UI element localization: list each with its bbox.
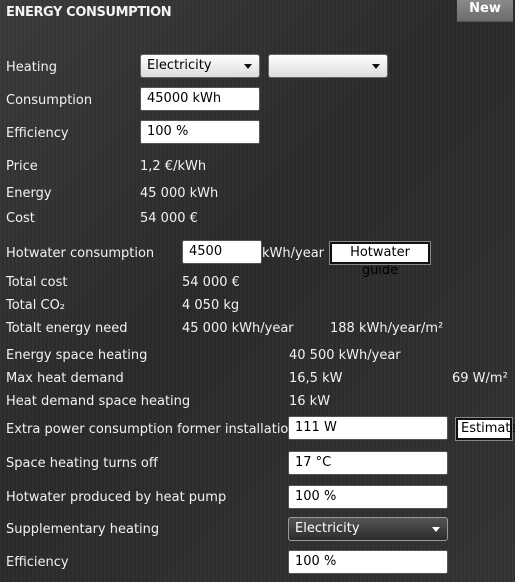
consumption-label: Consumption bbox=[6, 93, 93, 108]
max-heat-demand-per-m2: 69 W/m² bbox=[452, 371, 508, 386]
cost-label: Cost bbox=[6, 211, 35, 226]
heating-select[interactable]: Electricity bbox=[140, 54, 260, 78]
heating-select-value: Electricity bbox=[147, 58, 212, 73]
heating-subtype-select[interactable] bbox=[268, 54, 388, 78]
efficiency-label: Efficiency bbox=[6, 126, 69, 141]
extra-power-label: Extra power consumption former installat… bbox=[6, 422, 297, 437]
turns-off-label: Space heating turns off bbox=[6, 456, 158, 471]
estimate-button[interactable]: Estimate bbox=[455, 417, 515, 441]
supplementary-select[interactable]: Electricity bbox=[288, 517, 448, 541]
chevron-down-icon bbox=[244, 64, 252, 69]
heat-pump-input[interactable]: 100 % bbox=[288, 485, 448, 509]
hotwater-input[interactable]: 4500 bbox=[182, 240, 262, 264]
supplementary-select-value: Electricity bbox=[295, 521, 360, 536]
hotwater-unit: kWh/year bbox=[262, 246, 325, 261]
max-heat-demand-value: 16,5 kW bbox=[289, 371, 343, 386]
heating-label: Heating bbox=[6, 60, 57, 75]
total-cost-label: Total cost bbox=[6, 275, 68, 290]
supplementary-label: Supplementary heating bbox=[6, 522, 160, 537]
new-button[interactable]: New bbox=[457, 0, 513, 22]
heat-pump-label: Hotwater produced by heat pump bbox=[6, 490, 227, 505]
total-cost-value: 54 000 € bbox=[182, 275, 240, 290]
total-energy-value: 45 000 kWh/year bbox=[182, 321, 294, 336]
total-energy-per-m2: 188 kWh/year/m² bbox=[330, 321, 444, 336]
energy-value: 45 000 kWh bbox=[140, 186, 219, 201]
price-label: Price bbox=[6, 159, 38, 174]
turns-off-input[interactable]: 17 °C bbox=[288, 451, 448, 475]
page-title: ENERGY CONSUMPTION bbox=[6, 5, 172, 20]
total-energy-label: Totalt energy need bbox=[6, 321, 128, 336]
price-value: 1,2 €/kWh bbox=[140, 159, 207, 174]
cost-value: 54 000 € bbox=[140, 211, 198, 226]
energy-label: Energy bbox=[6, 186, 52, 201]
hotwater-label: Hotwater consumption bbox=[6, 246, 155, 261]
energy-space-heating-value: 40 500 kWh/year bbox=[289, 348, 401, 363]
total-co2-value: 4 050 kg bbox=[182, 298, 240, 313]
efficiency-input[interactable]: 100 % bbox=[140, 120, 260, 144]
energy-space-heating-label: Energy space heating bbox=[6, 348, 148, 363]
efficiency-supplementary-label: Efficiency bbox=[6, 555, 69, 570]
efficiency-supplementary-input[interactable]: 100 % bbox=[288, 550, 448, 574]
hotwater-guide-button[interactable]: Hotwater guide bbox=[329, 241, 431, 278]
consumption-input[interactable]: 45000 kWh bbox=[140, 87, 260, 111]
total-co2-label: Total CO₂ bbox=[6, 298, 66, 313]
chevron-down-icon bbox=[372, 64, 380, 69]
heat-demand-space-heating-value: 16 kW bbox=[289, 394, 331, 409]
max-heat-demand-label: Max heat demand bbox=[6, 371, 124, 386]
heat-demand-space-heating-label: Heat demand space heating bbox=[6, 394, 191, 409]
chevron-down-icon bbox=[432, 527, 440, 532]
extra-power-input[interactable]: 111 W bbox=[288, 416, 448, 440]
